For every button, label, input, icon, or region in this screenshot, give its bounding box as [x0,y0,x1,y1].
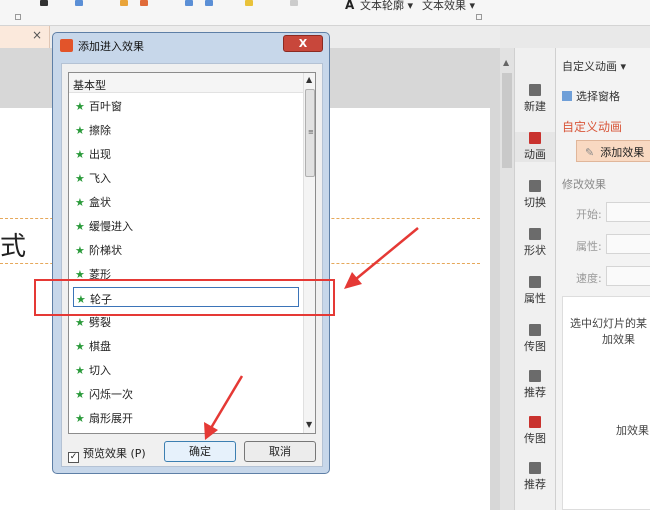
annotation-arrow-ok [204,375,244,440]
annotation-arrows [204,227,419,440]
annotation-arrow-right [344,227,419,289]
